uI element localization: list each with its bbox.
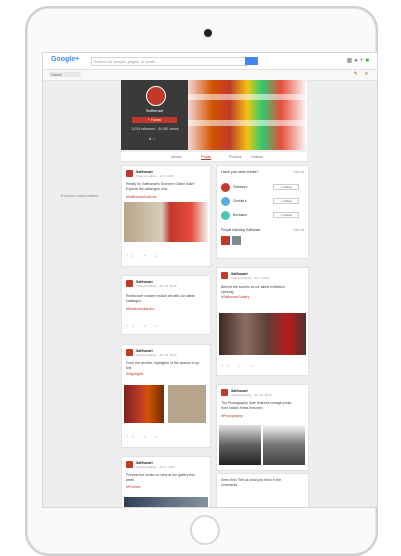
post-text: Behind the scenes at our latest exhibiti… <box>221 285 285 294</box>
post-hashtag[interactable]: #Photography <box>221 414 243 418</box>
post-hashtag[interactable]: #Highlights <box>126 372 143 376</box>
screen: Google+ Search for people, pages, or pos… <box>42 52 378 508</box>
suggestion-avatar[interactable] <box>221 197 230 206</box>
suggestion-follow-button[interactable]: + Follow <box>273 212 299 218</box>
suggestions-view-all[interactable]: View all <box>293 170 304 174</box>
post-image[interactable] <box>263 425 305 465</box>
post-card[interactable]: Saffronart Shared publicly · Jul 3, 2015… <box>121 165 211 267</box>
suggestions-title: Have you seen these? <box>221 170 259 174</box>
carousel-dots[interactable]: ● ○ <box>149 136 155 141</box>
post-actions[interactable]: +1 ↗ ☺ <box>221 364 257 368</box>
post-avatar[interactable] <box>126 170 133 177</box>
post-card[interactable]: Saffronart Shared publicly · Jul 1, 2015… <box>216 267 309 376</box>
post-avatar[interactable] <box>126 280 133 287</box>
suggestion-follow-button[interactable]: + Follow <box>273 184 299 190</box>
home-dropdown[interactable]: Home <box>49 72 81 77</box>
suggestion-avatar[interactable] <box>221 183 230 192</box>
banner-shelf <box>188 94 307 100</box>
post-actions[interactable]: +1 ↗ ☺ <box>126 254 162 258</box>
search-input[interactable]: Search for people, pages, or posts <box>91 57 247 66</box>
banner-shelf <box>188 120 307 126</box>
follower-avatar[interactable] <box>232 236 241 245</box>
post-date: Shared publicly · Jul 3, 2015 <box>136 174 174 178</box>
top-bar: Google+ Search for people, pages, or pos… <box>43 53 377 70</box>
left-nav-label[interactable]: Explore communities <box>61 193 98 198</box>
post-image[interactable] <box>124 497 208 507</box>
post-image[interactable] <box>124 385 164 423</box>
post-image[interactable] <box>124 202 208 242</box>
post-actions[interactable]: +1 ↗ ☺ <box>126 435 162 439</box>
profile-panel: Saffronart + Follow 3,024 followers · 44… <box>121 80 188 150</box>
suggestions-card: Have you seen these? View all Sotheby’s … <box>216 165 309 259</box>
follower-avatar[interactable] <box>221 236 230 245</box>
suggestion-name[interactable]: Bonhams <box>233 213 247 217</box>
cover-section: Saffronart + Follow 3,024 followers · 44… <box>121 80 307 150</box>
post-date: Shared publicly · Jun 24, 2015 <box>136 284 177 288</box>
people-view-all[interactable]: View all <box>293 228 304 232</box>
post-card[interactable]: Saffronart Shared publicly · Jun 2, 2015… <box>121 456 211 507</box>
post-card[interactable]: Seen this? Tell us what you think in the… <box>216 473 309 507</box>
account-icon[interactable]: ■ <box>365 58 371 64</box>
home-button[interactable] <box>190 515 220 545</box>
profile-meta: 3,024 followers · 44,901 views <box>131 127 179 131</box>
post-avatar[interactable] <box>221 272 228 279</box>
post-date: Shared publicly · Jun 15, 2015 <box>136 353 177 357</box>
profile-tabs: About Posts Photos Videos <box>121 152 307 162</box>
post-date: Shared publicly · Jul 1, 2015 <box>231 276 269 280</box>
post-text: Seen this? Tell us what you think in the… <box>221 478 282 487</box>
post-actions[interactable]: +1 ↗ ☺ <box>126 324 162 328</box>
suggestion-avatar[interactable] <box>221 211 230 220</box>
people-following-title: People following Saffronart <box>221 228 261 232</box>
post-hashtag[interactable]: #Preview <box>126 485 140 489</box>
post-image[interactable] <box>168 385 206 423</box>
suggestion-name[interactable]: Sotheby’s <box>233 185 247 189</box>
google-plus-logo[interactable]: Google+ <box>51 56 79 63</box>
post-date: Shared publicly · Jun 2, 2015 <box>136 465 175 469</box>
cover-banner-image <box>188 80 307 150</box>
post-image[interactable] <box>219 425 261 465</box>
post-image[interactable] <box>219 313 306 355</box>
suggestion-follow-button[interactable]: + Follow <box>273 198 299 204</box>
tab-about[interactable]: About <box>171 154 181 159</box>
post-card[interactable]: Saffronart Shared publicly · Jun 20, 201… <box>216 384 309 471</box>
post-avatar[interactable] <box>126 349 133 356</box>
post-hashtag[interactable]: #SaffronartAuctions <box>126 195 157 199</box>
follow-button[interactable]: + Follow <box>132 117 177 123</box>
post-card[interactable]: Saffronart Shared publicly · Jun 15, 201… <box>121 344 211 448</box>
tab-posts[interactable]: Posts <box>201 154 212 160</box>
suggestion-item[interactable]: Sotheby’s + Follow <box>221 183 301 193</box>
post-avatar[interactable] <box>126 461 133 468</box>
search-button[interactable] <box>245 57 258 65</box>
top-icons[interactable]: ▦●+■ <box>347 57 371 64</box>
post-hashtag[interactable]: #SaffronartGallery <box>221 295 249 299</box>
post-avatar[interactable] <box>221 389 228 396</box>
suggestion-item[interactable]: Bonhams + Follow <box>221 211 301 221</box>
post-card[interactable]: Saffronart Shared publicly · Jun 24, 201… <box>121 275 211 335</box>
post-hashtag[interactable]: #ModernIndianArt <box>126 307 154 311</box>
post-text: From the archive: highlights of the seas… <box>126 361 200 370</box>
post-text: The Photography Sale features vintage pr… <box>221 401 292 410</box>
profile-avatar[interactable] <box>146 86 166 106</box>
post-text: Ready for Saffronart’s Summer Online Sal… <box>126 182 196 191</box>
post-text: Preview the works on view at our gallery… <box>126 473 195 482</box>
post-date: Shared publicly · Jun 20, 2015 <box>231 393 272 397</box>
camera-icon <box>204 29 212 37</box>
tab-videos[interactable]: Videos <box>251 154 263 159</box>
profile-name: Saffronart <box>145 108 164 113</box>
post-text: Rediscover modern Indian art with our la… <box>126 294 195 303</box>
tab-photos[interactable]: Photos <box>229 154 241 159</box>
subbar-tools[interactable]: ✎ ≡ <box>354 71 372 77</box>
suggestion-name[interactable]: Christie’s <box>233 199 247 203</box>
suggestion-item[interactable]: Christie’s + Follow <box>221 197 301 207</box>
